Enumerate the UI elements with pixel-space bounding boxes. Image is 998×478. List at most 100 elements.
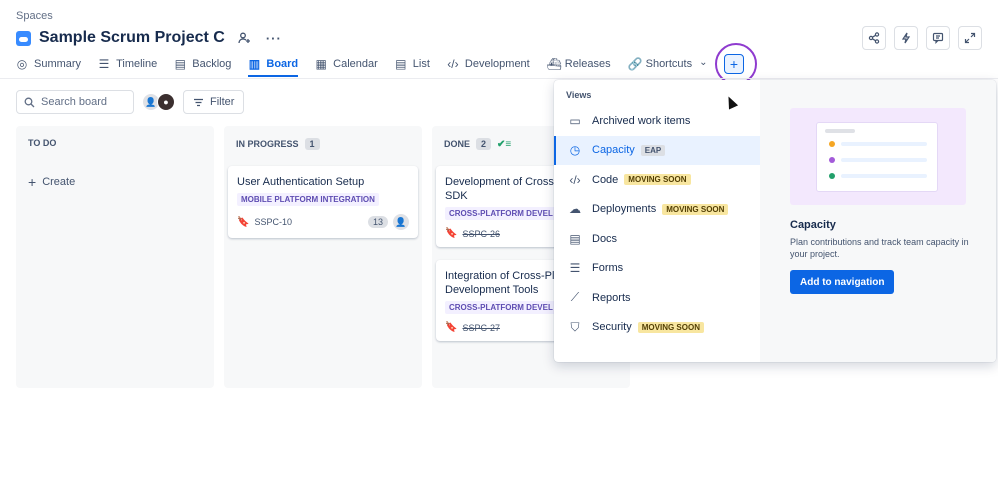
illustration-line — [841, 142, 927, 146]
share-button[interactable] — [862, 26, 886, 50]
view-item-forms[interactable]: ☰ Forms — [554, 254, 760, 284]
tab-board[interactable]: ▥ Board — [248, 54, 298, 77]
eap-badge: EAP — [640, 144, 666, 156]
illustration-line — [841, 174, 927, 178]
illustration-dot — [829, 173, 835, 179]
illustration-line — [825, 129, 855, 133]
tab-shortcuts[interactable]: 🔗 Shortcuts — [628, 54, 692, 74]
search-icon — [24, 97, 35, 107]
backlog-icon: ▤ — [174, 57, 186, 71]
views-dropdown: Views ▭ Archived work items ◷ Capacity EAP … — [554, 80, 996, 362]
moving-soon-badge: MOVING SOON — [662, 203, 729, 215]
issue-key: SSPC-27 — [462, 322, 500, 333]
plus-icon: + — [28, 174, 37, 190]
tabs-divider — [0, 78, 998, 79]
assignee-avatar[interactable]: 👤 — [393, 214, 409, 230]
board-toolbar: Search board 👤 ● Filter — [16, 90, 245, 114]
tab-backlog[interactable]: ▤ Backlog — [174, 54, 232, 74]
tab-list[interactable]: ▤ List — [395, 54, 430, 74]
moving-soon-badge: MOVING SOON — [637, 321, 704, 333]
expand-icon — [964, 32, 976, 44]
more-actions-button[interactable]: ··· — [263, 27, 285, 49]
issue-card[interactable]: User Authentication Setup MOBILE PLATFOR… — [228, 166, 418, 238]
column-in-progress: IN PROGRESS 1 User Authentication Setup M… — [224, 126, 422, 388]
shield-icon: ⛉ — [570, 319, 580, 334]
project-tabs: ◎ Summary ☰ Timeline ▤ Backlog ▥ Board ▦ Cale… — [16, 54, 715, 77]
epic-label: CROSS-PLATFORM DEVEL — [445, 207, 557, 220]
code-icon: ‹/› — [447, 57, 459, 71]
issue-title: User Authentication Setup — [237, 176, 365, 188]
tab-development[interactable]: ‹/› Development — [447, 54, 530, 74]
view-item-archived[interactable]: ▭ Archived work items — [554, 106, 760, 136]
moving-soon-badge: MOVING SOON — [624, 174, 691, 186]
ship-icon: ⛴ — [546, 57, 562, 71]
feedback-icon — [932, 32, 944, 44]
issue-count: 1 — [304, 138, 320, 150]
add-people-button[interactable] — [233, 27, 255, 49]
column-header: DONE 2 ✔≡ — [444, 138, 512, 150]
document-icon: ▤ — [569, 231, 581, 246]
form-icon: ☰ — [569, 261, 581, 276]
illustration-line — [841, 158, 927, 162]
view-item-code[interactable]: ‹/› Code MOVING SOON — [554, 165, 760, 195]
globe-icon: ◎ — [16, 57, 28, 71]
capacity-illustration — [790, 108, 966, 205]
archive-icon: ▭ — [569, 113, 581, 128]
share-icon — [868, 32, 880, 44]
project-header: Sample Scrum Project C ··· — [16, 27, 285, 49]
card-footer: 🔖 SSPC-10 13 👤 — [237, 214, 409, 230]
illustration-panel — [816, 122, 938, 192]
issue-key: SSPC-10 — [254, 217, 292, 227]
clock-icon: ◷ — [569, 143, 581, 158]
preview-title: Capacity — [790, 219, 836, 231]
story-points: 13 — [367, 216, 388, 228]
cloud-upload-icon: ☁ — [569, 202, 581, 217]
view-item-reports[interactable]: ⟋ Reports — [554, 283, 760, 313]
illustration-dot — [829, 141, 835, 147]
header-actions — [862, 26, 982, 50]
list-icon: ▤ — [395, 57, 407, 71]
epic-label: CROSS-PLATFORM DEVEL — [445, 301, 557, 314]
project-cloud-icon — [16, 30, 31, 46]
breadcrumb[interactable]: Spaces — [16, 10, 53, 22]
preview-description: Plan contributions and track team capaci… — [790, 237, 969, 259]
fullscreen-button[interactable] — [958, 26, 982, 50]
story-icon: 🔖 — [237, 216, 250, 228]
chart-icon: ⟋ — [570, 290, 580, 305]
lightning-icon — [901, 32, 911, 44]
view-item-deployments[interactable]: ☁ Deployments MOVING SOON — [554, 195, 760, 225]
column-header: TO DO — [28, 138, 57, 148]
filter-button[interactable]: Filter — [183, 90, 245, 114]
add-person-icon — [238, 32, 250, 44]
automation-button[interactable] — [894, 26, 918, 50]
assignee-filter[interactable]: 👤 ● — [142, 93, 175, 111]
view-item-capacity[interactable]: ◷ Capacity EAP — [554, 135, 760, 165]
search-input[interactable]: Search board — [16, 90, 134, 114]
feedback-button[interactable] — [926, 26, 950, 50]
user-avatar[interactable]: ● — [157, 93, 175, 111]
column-todo: TO DO + Create — [16, 126, 214, 388]
views-list: Views ▭ Archived work items ◷ Capacity EAP … — [554, 80, 760, 362]
tab-timeline[interactable]: ☰ Timeline — [98, 54, 158, 74]
issue-count: 2 — [476, 138, 492, 150]
tab-releases[interactable]: ⛴ Releases — [547, 54, 611, 74]
issue-key: SSPC-26 — [462, 228, 500, 239]
view-preview-panel: Capacity Plan contributions and track te… — [760, 80, 996, 362]
create-button[interactable]: + Create — [28, 174, 75, 190]
tab-summary[interactable]: ◎ Summary — [16, 54, 81, 74]
calendar-icon: ▦ — [315, 57, 327, 71]
view-item-docs[interactable]: ▤ Docs — [554, 224, 760, 254]
code-icon: ‹/› — [569, 172, 581, 187]
illustration-dot — [829, 157, 835, 163]
chevron-down-icon[interactable]: ⌄ — [699, 57, 707, 68]
view-item-security[interactable]: ⛉ Security MOVING SOON — [554, 313, 760, 343]
column-header: IN PROGRESS 1 — [236, 138, 320, 150]
epic-label: MOBILE PLATFORM INTEGRATION — [237, 193, 379, 206]
add-to-navigation-button[interactable]: Add to navigation — [790, 270, 895, 294]
board-icon: ▥ — [248, 57, 261, 71]
link-icon: 🔗 — [627, 57, 643, 71]
filter-icon — [194, 98, 203, 106]
timeline-icon: ☰ — [98, 57, 110, 71]
tab-calendar[interactable]: ▦ Calendar — [315, 54, 377, 74]
story-icon: 🔖 — [445, 228, 458, 239]
